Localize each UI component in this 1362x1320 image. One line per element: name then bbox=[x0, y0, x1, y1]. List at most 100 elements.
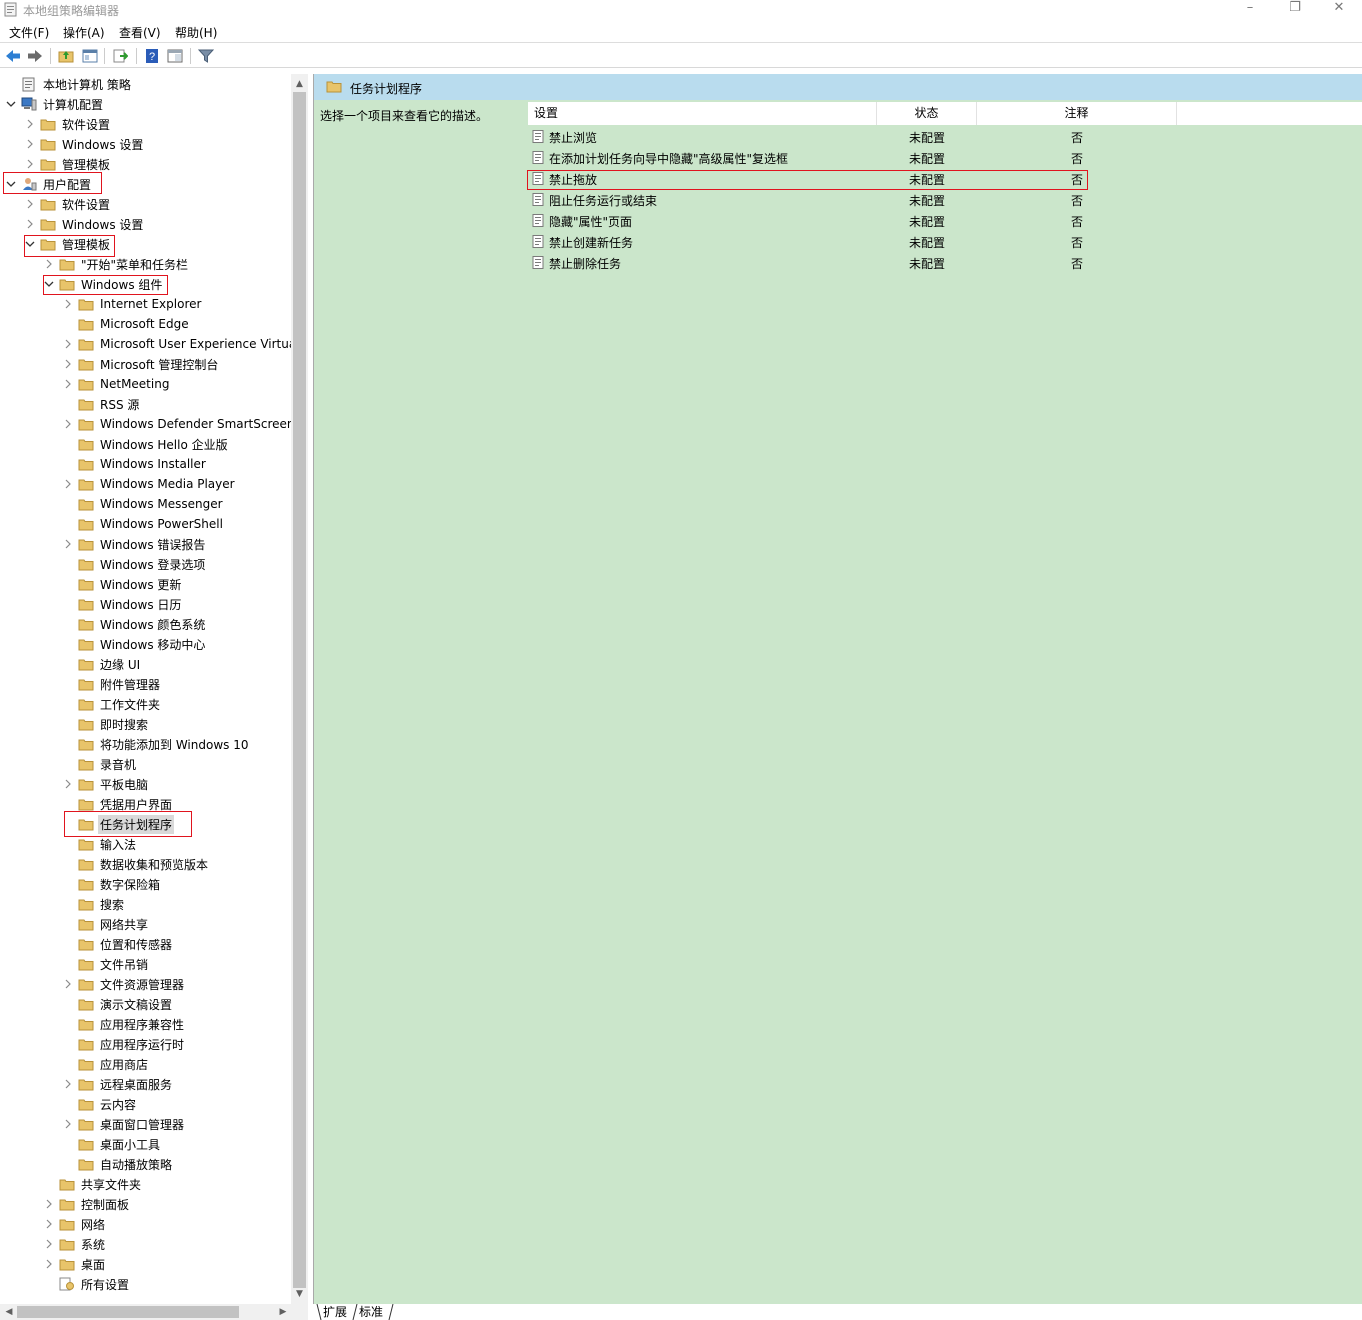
collapsed-chevron-icon[interactable] bbox=[60, 534, 76, 554]
collapsed-chevron-icon[interactable] bbox=[41, 1254, 57, 1274]
tree-item[interactable]: 文件吊销 bbox=[60, 954, 150, 974]
collapsed-chevron-icon[interactable] bbox=[22, 134, 38, 154]
tree-item[interactable]: 凭据用户界面 bbox=[60, 794, 174, 814]
collapsed-chevron-icon[interactable] bbox=[22, 114, 38, 134]
tree-item[interactable]: 任务计划程序 bbox=[60, 814, 175, 834]
tree-item[interactable]: 应用商店 bbox=[60, 1054, 150, 1074]
tree-item[interactable]: NetMeeting bbox=[60, 374, 171, 394]
tree-item[interactable]: 录音机 bbox=[60, 754, 138, 774]
setting-row[interactable]: 阻止任务运行或结束 未配置 否 bbox=[528, 189, 1362, 210]
setting-row[interactable]: 禁止浏览 未配置 否 bbox=[528, 126, 1362, 147]
collapsed-chevron-icon[interactable] bbox=[41, 1194, 57, 1214]
tree-item[interactable]: Windows 设置 bbox=[22, 214, 145, 234]
tree-item[interactable]: Windows Hello 企业版 bbox=[60, 434, 230, 454]
tree-item[interactable]: Windows 设置 bbox=[22, 134, 145, 154]
tree-item[interactable]: 控制面板 bbox=[41, 1194, 131, 1214]
tree-item[interactable]: Windows Installer bbox=[60, 454, 208, 474]
tab-extended[interactable]: 扩展 bbox=[323, 1304, 347, 1320]
tree-item[interactable]: 软件设置 bbox=[22, 194, 112, 214]
tree-item[interactable]: 搜索 bbox=[60, 894, 126, 914]
tab-standard[interactable]: 标准 bbox=[359, 1304, 383, 1320]
scroll-thumb[interactable] bbox=[17, 1306, 239, 1318]
collapsed-chevron-icon[interactable] bbox=[22, 214, 38, 234]
tree-item[interactable]: 演示文稿设置 bbox=[60, 994, 174, 1014]
tree-item[interactable]: 边缘 UI bbox=[60, 654, 142, 674]
collapsed-chevron-icon[interactable] bbox=[60, 354, 76, 374]
tree-horizontal-scrollbar[interactable]: ◀ ▶ bbox=[0, 1304, 308, 1320]
setting-row[interactable]: 禁止删除任务 未配置 否 bbox=[528, 252, 1362, 273]
column-header-state[interactable]: 状态 bbox=[877, 102, 977, 125]
up-folder-icon[interactable] bbox=[57, 47, 75, 65]
menu-action[interactable]: 操作(A) bbox=[63, 24, 105, 41]
expanded-chevron-icon[interactable] bbox=[22, 234, 38, 254]
tree-vertical-scrollbar[interactable]: ▲ ▼ bbox=[291, 74, 308, 1304]
tree-item[interactable]: Windows PowerShell bbox=[60, 514, 225, 534]
tree-item[interactable]: 位置和传感器 bbox=[60, 934, 174, 954]
tree-item[interactable]: 系统 bbox=[41, 1234, 107, 1254]
tree-item[interactable]: Windows 组件 bbox=[41, 274, 164, 294]
restore-button[interactable]: ❐ bbox=[1272, 0, 1318, 20]
expanded-chevron-icon[interactable] bbox=[3, 94, 19, 114]
expanded-chevron-icon[interactable] bbox=[3, 174, 19, 194]
tree-item[interactable]: Microsoft Edge bbox=[60, 314, 191, 334]
tree-item[interactable]: Windows Messenger bbox=[60, 494, 225, 514]
tree-item[interactable]: 应用程序兼容性 bbox=[60, 1014, 186, 1034]
menu-help[interactable]: 帮助(H) bbox=[175, 24, 217, 41]
close-button[interactable]: ✕ bbox=[1316, 0, 1362, 20]
tree-item[interactable]: Windows Media Player bbox=[60, 474, 237, 494]
tree-item[interactable]: 共享文件夹 bbox=[41, 1174, 143, 1194]
show-hide-tree-icon[interactable] bbox=[81, 47, 99, 65]
tree-item[interactable]: "开始"菜单和任务栏 bbox=[41, 254, 190, 274]
tree-item[interactable]: 计算机配置 bbox=[3, 94, 105, 114]
filter-icon[interactable] bbox=[197, 47, 215, 65]
tree-item[interactable]: 桌面窗口管理器 bbox=[60, 1114, 186, 1134]
tree-item[interactable]: Windows 颜色系统 bbox=[60, 614, 207, 634]
tree-item[interactable]: Windows 登录选项 bbox=[60, 554, 207, 574]
collapsed-chevron-icon[interactable] bbox=[60, 974, 76, 994]
setting-row[interactable]: 禁止创建新任务 未配置 否 bbox=[528, 231, 1362, 252]
column-header-comment[interactable]: 注释 bbox=[977, 102, 1177, 125]
export-list-icon[interactable] bbox=[111, 47, 129, 65]
scroll-up-arrow-icon[interactable]: ▲ bbox=[291, 76, 308, 92]
tree-item[interactable]: Microsoft 管理控制台 bbox=[60, 354, 220, 374]
scroll-down-arrow-icon[interactable]: ▼ bbox=[291, 1286, 308, 1302]
collapsed-chevron-icon[interactable] bbox=[60, 1114, 76, 1134]
collapsed-chevron-icon[interactable] bbox=[60, 774, 76, 794]
tree-item[interactable]: 工作文件夹 bbox=[60, 694, 162, 714]
tree-item[interactable]: 管理模板 bbox=[22, 234, 112, 254]
setting-row[interactable]: 隐藏"属性"页面 未配置 否 bbox=[528, 210, 1362, 231]
tree-item[interactable]: 网络共享 bbox=[60, 914, 150, 934]
tree-item[interactable]: 即时搜索 bbox=[60, 714, 150, 734]
tree-item[interactable]: 自动播放策略 bbox=[60, 1154, 174, 1174]
scroll-left-arrow-icon[interactable]: ◀ bbox=[1, 1304, 17, 1320]
collapsed-chevron-icon[interactable] bbox=[60, 414, 76, 434]
menu-file[interactable]: 文件(F) bbox=[9, 24, 49, 41]
expanded-chevron-icon[interactable] bbox=[41, 274, 57, 294]
tree-item[interactable]: 数字保险箱 bbox=[60, 874, 162, 894]
tree-item[interactable]: 远程桌面服务 bbox=[60, 1074, 174, 1094]
collapsed-chevron-icon[interactable] bbox=[41, 254, 57, 274]
tree-item[interactable]: 将功能添加到 Windows 10 bbox=[60, 734, 250, 754]
collapsed-chevron-icon[interactable] bbox=[60, 334, 76, 354]
collapsed-chevron-icon[interactable] bbox=[41, 1234, 57, 1254]
collapsed-chevron-icon[interactable] bbox=[60, 294, 76, 314]
back-icon[interactable] bbox=[4, 47, 22, 65]
collapsed-chevron-icon[interactable] bbox=[60, 374, 76, 394]
menu-view[interactable]: 查看(V) bbox=[119, 24, 161, 41]
tree-item[interactable]: 平板电脑 bbox=[60, 774, 150, 794]
tree-item[interactable]: 桌面 bbox=[41, 1254, 107, 1274]
tree-item[interactable]: 本地计算机 策略 bbox=[3, 74, 133, 94]
tree-item[interactable]: Internet Explorer bbox=[60, 294, 203, 314]
properties-view-icon[interactable] bbox=[166, 47, 184, 65]
help-icon[interactable]: ? bbox=[143, 47, 161, 65]
tree-item[interactable]: RSS 源 bbox=[60, 394, 141, 414]
tree-item[interactable]: Windows 更新 bbox=[60, 574, 183, 594]
collapsed-chevron-icon[interactable] bbox=[41, 1214, 57, 1234]
tree-item[interactable]: 输入法 bbox=[60, 834, 138, 854]
collapsed-chevron-icon[interactable] bbox=[60, 474, 76, 494]
column-header-setting[interactable]: 设置 bbox=[528, 102, 877, 125]
collapsed-chevron-icon[interactable] bbox=[60, 1074, 76, 1094]
scroll-right-arrow-icon[interactable]: ▶ bbox=[275, 1304, 291, 1320]
console-tree[interactable]: 本地计算机 策略 计算机配置 软件设置 Windows 设置 管理模板 用户配置 软件设置 W… bbox=[0, 74, 291, 1304]
tree-item[interactable]: 应用程序运行时 bbox=[60, 1034, 186, 1054]
